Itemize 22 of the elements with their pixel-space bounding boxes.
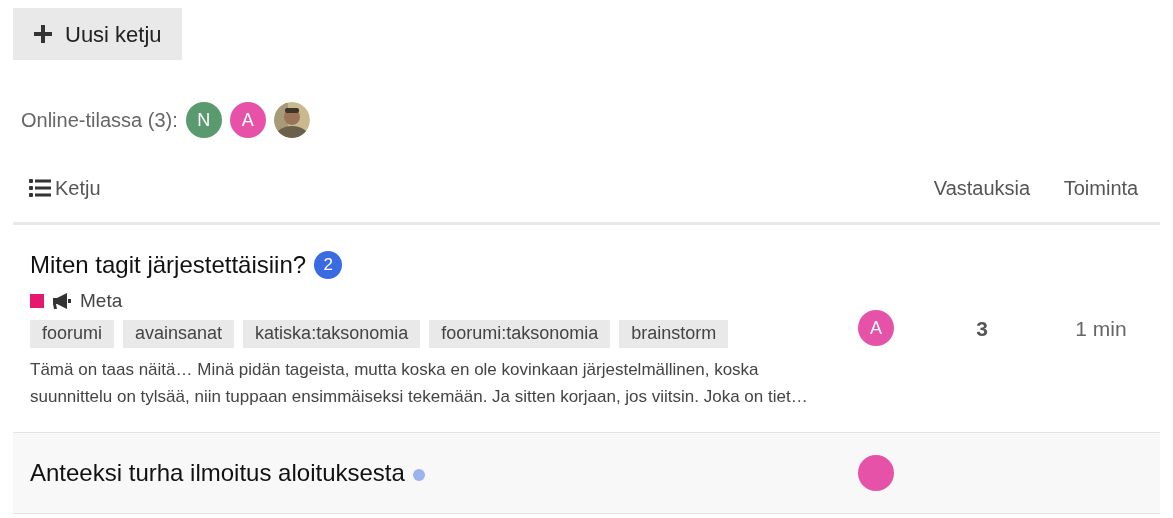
column-header[interactable]: Toiminta [1042, 173, 1160, 203]
tag[interactable]: katiska:taksonomia [243, 319, 421, 348]
topic-title[interactable]: Miten tagit järjestettäisiin? [30, 247, 307, 283]
category-link[interactable]: Meta [80, 287, 123, 316]
reply-count: 3 [976, 315, 988, 342]
tag[interactable]: avainsanat [123, 319, 235, 348]
topic-row[interactable]: Anteeksi turha ilmoitus aloituksesta [13, 432, 1160, 514]
activity-time[interactable]: 1 min [1075, 312, 1127, 344]
tag[interactable]: foorumi [30, 319, 115, 348]
list-icon [29, 179, 51, 197]
plus-icon [33, 24, 53, 44]
column-header[interactable]: Vastauksia [922, 173, 1042, 203]
megaphone-icon [52, 292, 72, 311]
tag[interactable]: foorumi:taksonomia [429, 319, 611, 348]
new-topic-button[interactable]: Uusi ketju [13, 8, 182, 60]
tag[interactable]: brainstorm [619, 319, 729, 348]
user-avatar[interactable] [858, 454, 894, 491]
online-label: Online-tilassa (3): [21, 108, 178, 133]
topic-title[interactable]: Anteeksi turha ilmoitus aloituksesta [30, 454, 405, 491]
unread-badge: 2 [314, 251, 343, 279]
column-header[interactable]: Ketju [55, 173, 101, 203]
topic-excerpt: Tämä on taas näitä… Minä pidän tageista, mutta koska en ole kovinkaan järjestelmällinen, koska suunnittelu on tylsää, niin tuppaan ensimmäiseksi tekemään. Ja sitten korjaan, jos viitsin. Joka on tiet… [30, 358, 809, 408]
